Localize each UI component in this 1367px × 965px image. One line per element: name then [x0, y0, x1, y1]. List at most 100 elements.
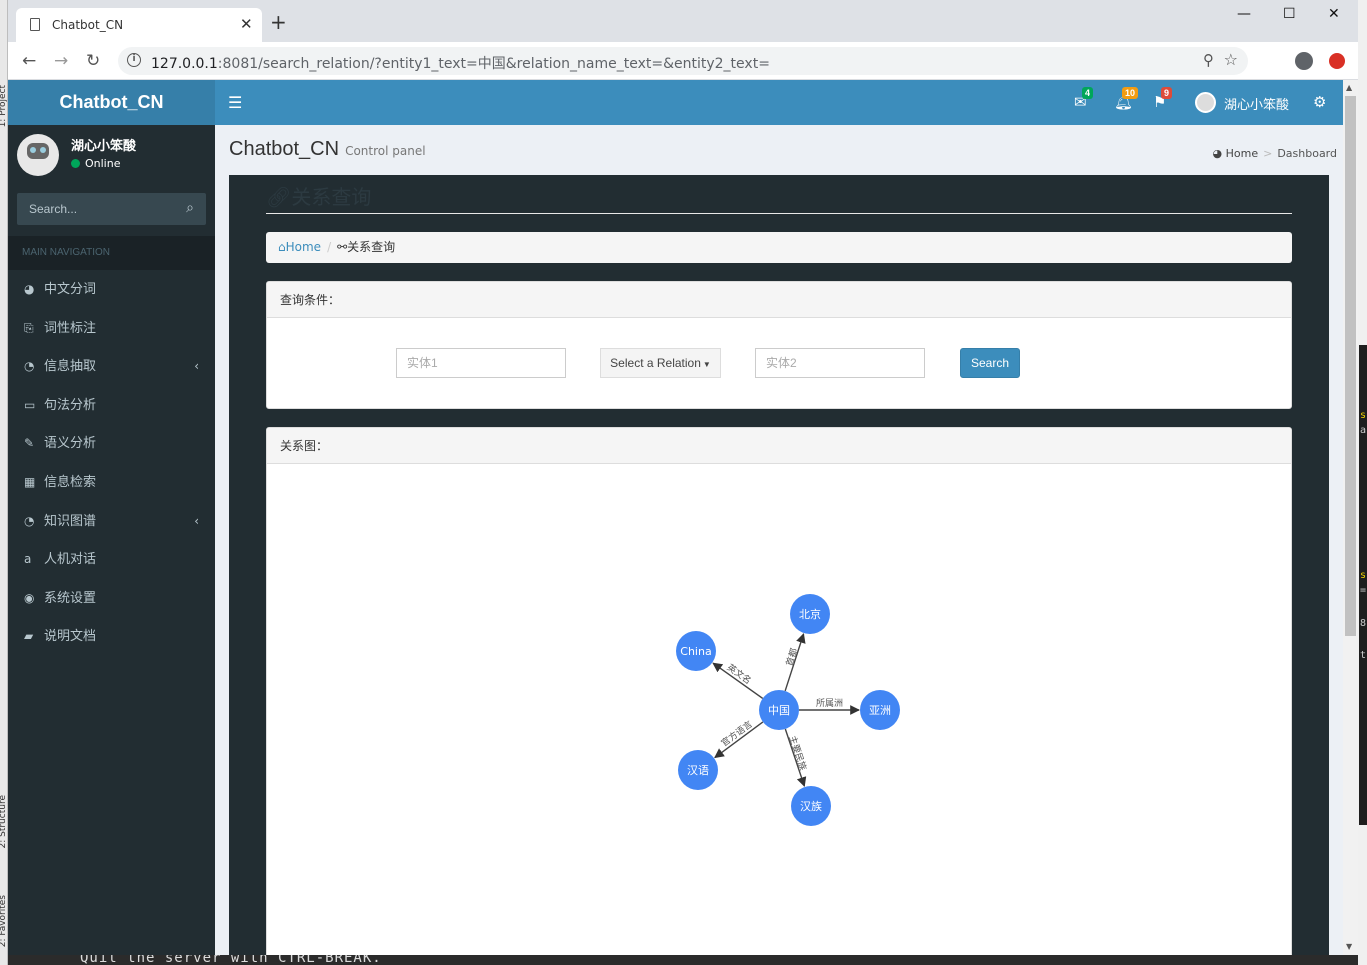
profile-icon[interactable] — [1295, 52, 1313, 70]
url-host: 127.0.0.1 — [151, 56, 218, 72]
entity1-input[interactable] — [396, 348, 566, 378]
terminal-char: s — [1360, 410, 1367, 421]
section-title-text: 关系查询 — [291, 185, 372, 209]
minimize-icon[interactable]: — — [1237, 6, 1251, 22]
laptop-icon: ▭ — [24, 397, 36, 412]
search-icon[interactable]: ⌕ — [186, 200, 194, 216]
sidebar-item-knowledge-graph[interactable]: ◔ 知识图谱 ‹ — [8, 502, 215, 541]
terminal-char: 8 — [1360, 618, 1367, 629]
sidebar-item-information-retrieval[interactable]: ▦ 信息检索 — [8, 463, 215, 502]
sidebar-item-label: 系统设置 — [44, 590, 97, 606]
background-terminal-strip: s a s = 8 t — [1358, 0, 1367, 965]
avatar — [1195, 92, 1216, 113]
user-name: 湖心小笨酸 — [1224, 98, 1290, 113]
sidebar-item-dialogue[interactable]: a 人机对话 — [8, 540, 215, 579]
reload-icon[interactable]: ↻ — [86, 51, 100, 71]
chevron-left-icon: ‹ — [194, 359, 199, 374]
page-title: Chatbot_CN — [229, 138, 340, 160]
breadcrumb-current: 关系查询 — [347, 240, 396, 254]
close-tab-icon[interactable]: ✕ — [240, 15, 253, 33]
extension-icon[interactable] — [1329, 53, 1345, 69]
ide-structure-tab[interactable]: 2: Structure — [0, 795, 8, 849]
divider — [266, 213, 1292, 214]
sidebar-item-label: 句法分析 — [44, 397, 97, 413]
compass-icon: ◉ — [24, 590, 35, 605]
messages-badge: 4 — [1082, 87, 1094, 99]
pie-chart-icon: ◔ — [24, 513, 35, 528]
user-panel: 湖心小笨酸 Online — [8, 125, 215, 193]
sidebar-item-label: 说明文档 — [44, 629, 97, 645]
browser-tab[interactable]: Chatbot_CN ✕ — [16, 8, 262, 42]
link-icon: ⚯ — [337, 240, 348, 254]
notifications-bell-icon[interactable]: 🔔︎ 10 — [1114, 87, 1139, 111]
search-input[interactable] — [17, 193, 172, 225]
relation-graph[interactable]: 首都英文名所属洲官方语言主要民族 中国 北京 China 亚洲汉语汉族 — [267, 464, 1292, 955]
address-bar[interactable]: i 127.0.0.1:8081/search_relation/?entity… — [118, 47, 1248, 75]
sidebar-item-label: 语义分析 — [44, 436, 97, 452]
page-icon — [30, 18, 40, 31]
back-icon[interactable]: ← — [22, 51, 36, 71]
sidebar-item-syntax-analysis[interactable]: ▭ 句法分析 — [8, 386, 215, 425]
zoom-icon[interactable]: ⚲ — [1203, 51, 1214, 69]
breadcrumb-current: Dashboard — [1277, 147, 1337, 160]
gears-icon[interactable]: ⚙ — [1313, 93, 1326, 111]
ide-project-tab[interactable]: 1: Project — [0, 85, 8, 127]
terminal-line: Quit the server with CTRL-BREAK. — [80, 955, 382, 965]
sidebar-item-label: 信息检索 — [44, 474, 97, 490]
new-tab-icon[interactable]: + — [270, 12, 287, 32]
sidebar-item-label: 词性标注 — [44, 320, 97, 336]
sidebar-item-docs[interactable]: ▰ 说明文档 — [8, 617, 215, 656]
maximize-icon[interactable]: ☐ — [1283, 6, 1296, 22]
sidebar-item-settings[interactable]: ◉ 系统设置 — [8, 579, 215, 618]
sidebar-item-pos-tagging[interactable]: ⎘ 词性标注 — [8, 309, 215, 348]
content-header: Chatbot_CN Control panel — [229, 138, 426, 161]
scrollbar-thumb[interactable] — [1345, 96, 1356, 636]
sidebar-item-word-segmentation[interactable]: ◕ 中文分词 — [8, 270, 215, 309]
ide-favorites-tab[interactable]: 2: Favorites — [0, 895, 8, 947]
tasks-flag-icon[interactable]: ⚑ 9 — [1153, 87, 1173, 111]
breadcrumb-home-link[interactable]: Home — [1226, 147, 1258, 160]
notifications-badge: 10 — [1122, 87, 1139, 99]
sidebar-item-information-extraction[interactable]: ◔ 信息抽取 ‹ — [8, 347, 215, 386]
status-badge: Online — [71, 157, 120, 170]
site-info-icon[interactable]: i — [127, 53, 141, 67]
query-panel-heading: 查询条件： — [267, 282, 1291, 318]
forward-icon[interactable]: → — [54, 51, 68, 71]
pie-chart-icon: ◔ — [24, 359, 35, 374]
table-icon: ▦ — [24, 474, 36, 489]
scroll-up-icon[interactable]: ▲ — [1346, 83, 1352, 92]
background-terminal-bottom: Quit the server with CTRL-BREAK. — [8, 955, 1358, 965]
relation-dropdown[interactable]: Select a Relation ▼ — [600, 348, 721, 378]
search-button[interactable]: Search — [960, 348, 1020, 378]
top-navbar: ☰ ✉ 4 🔔︎ 10 ⚑ 9 湖心小笨酸 ⚙ — [215, 80, 1343, 125]
breadcrumb: ◕ Home > Dashboard — [1212, 147, 1338, 160]
app-logo[interactable]: Chatbot_CN — [8, 80, 215, 125]
sidebar-item-label: 信息抽取 — [44, 359, 97, 375]
terminal-char: a — [1360, 425, 1367, 436]
graph-node-label: 中国 — [768, 704, 790, 717]
relation-label: 主要民族 — [786, 734, 809, 772]
url-text[interactable]: 127.0.0.1:8081/search_relation/?entity1_… — [151, 53, 770, 73]
window-close-icon[interactable]: ✕ — [1328, 6, 1340, 22]
chevron-left-icon: ‹ — [194, 513, 199, 528]
sidebar-item-label: 人机对话 — [44, 552, 97, 568]
terminal-char: s — [1360, 570, 1367, 581]
graph-node-label: China — [680, 645, 711, 658]
page-scrollbar[interactable]: ▲ ▼ — [1343, 80, 1358, 955]
bookmark-star-icon[interactable]: ☆ — [1224, 50, 1238, 69]
breadcrumb-home-link[interactable]: ⌂Home — [278, 240, 321, 254]
sidebar-item-semantic-analysis[interactable]: ✎ 语义分析 — [8, 424, 215, 463]
graph-node-label: 汉族 — [800, 799, 822, 813]
section-title: 🔗︎关系查询 — [266, 181, 371, 210]
entity2-input[interactable] — [755, 348, 925, 378]
browser-toolbar: ← → ↻ i 127.0.0.1:8081/search_relation/?… — [8, 42, 1358, 80]
graph-node-label: 亚洲 — [869, 704, 891, 717]
graph-node-label: 汉语 — [687, 764, 709, 777]
sidebar-menu: ◕ 中文分词 ⎘ 词性标注 ◔ 信息抽取 ‹ ▭ 句法分析 ✎ 语义分析 ▦ 信息检索 ◔ 知识… — [8, 270, 215, 656]
scroll-down-icon[interactable]: ▼ — [1346, 942, 1352, 951]
terminal-char: t — [1360, 650, 1367, 661]
sidebar-toggle-icon[interactable]: ☰ — [228, 93, 242, 112]
query-panel: 查询条件： Select a Relation▼ Search — [266, 281, 1292, 409]
relation-dropdown-label: Select a Relation — [610, 356, 701, 370]
messages-icon[interactable]: ✉ 4 — [1074, 87, 1094, 111]
